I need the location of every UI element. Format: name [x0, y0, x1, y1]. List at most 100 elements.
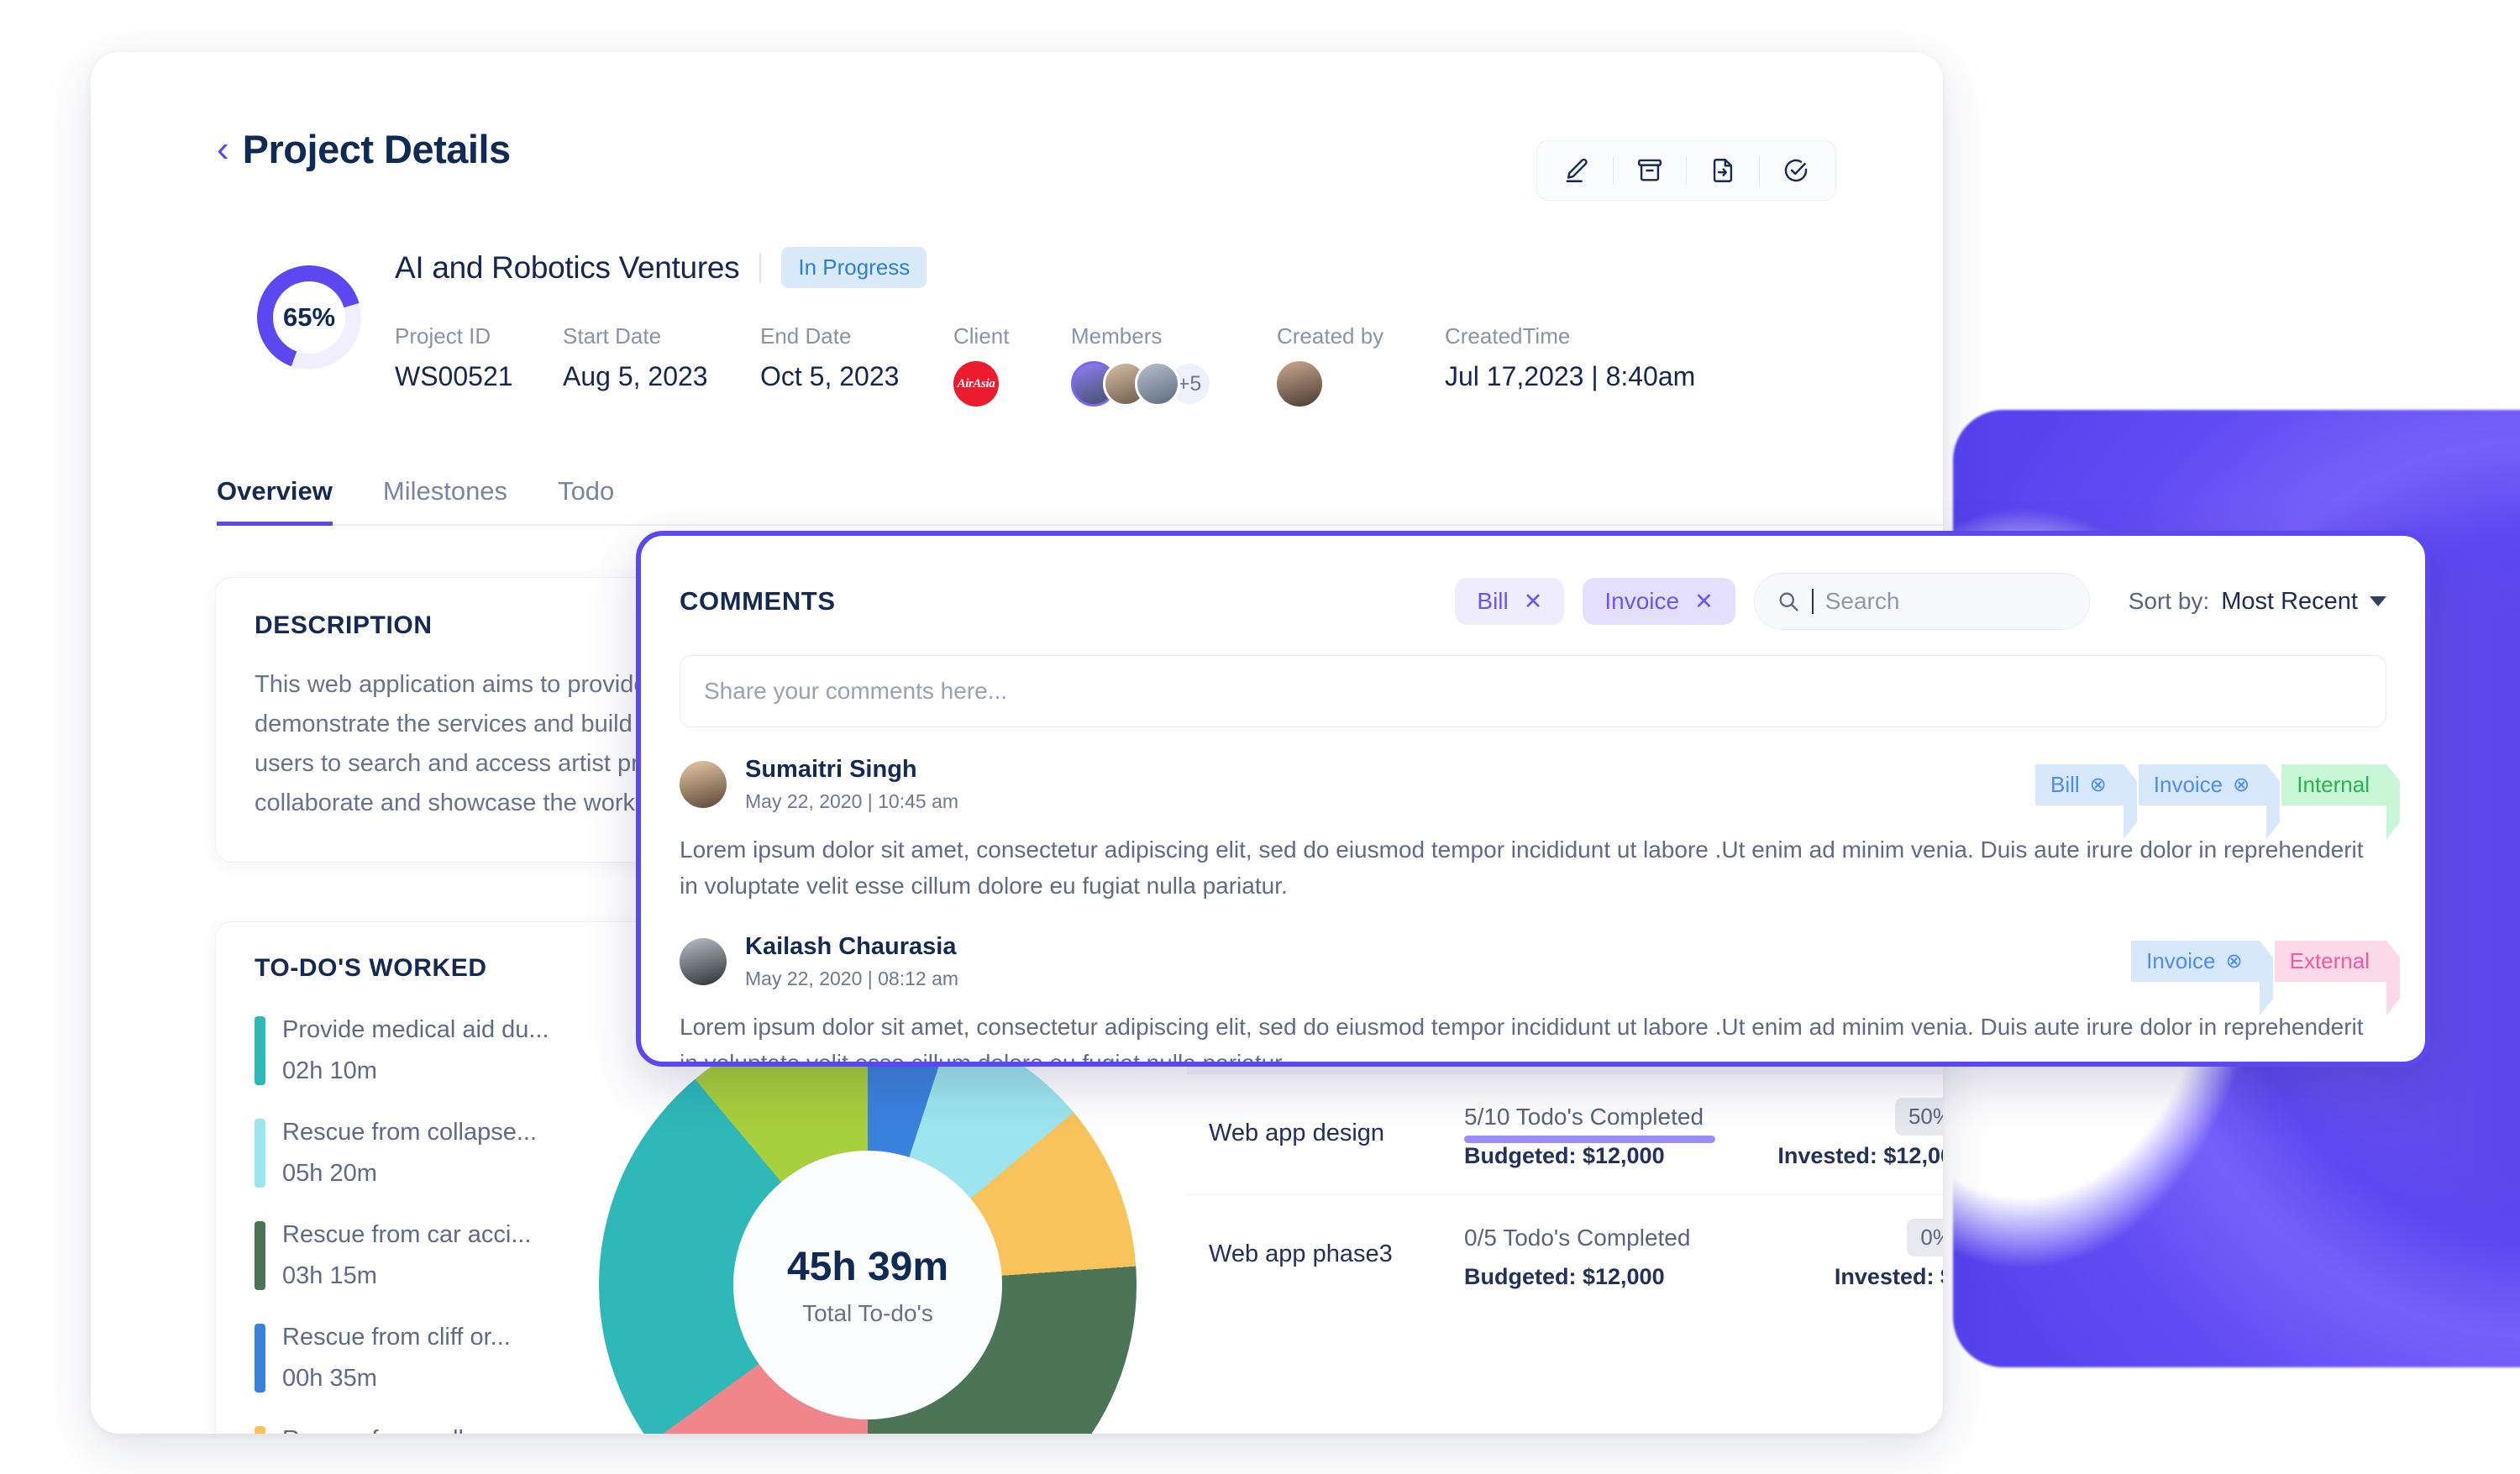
export-file-icon[interactable] — [1687, 141, 1759, 200]
tag-label: Invoice — [2153, 771, 2223, 797]
divider — [759, 252, 762, 283]
legend-swatch — [255, 1324, 265, 1393]
filter-chip-label: Invoice — [1604, 588, 1680, 614]
tab-todo[interactable]: Todo — [558, 476, 614, 526]
chevron-down-icon[interactable] — [2370, 596, 2386, 606]
tab-milestones[interactable]: Milestones — [383, 476, 507, 526]
tab-overview[interactable]: Overview — [217, 476, 333, 526]
header-action-bar — [1536, 140, 1836, 201]
status-badge: In Progress — [781, 247, 927, 288]
filter-chip-invoice[interactable]: Invoice ✕ — [1583, 578, 1735, 625]
meta-members: Members +5 — [1071, 323, 1277, 407]
meta-value: Oct 5, 2023 — [760, 361, 900, 391]
tag-invoice[interactable]: Invoice ⊗ — [2138, 763, 2280, 839]
meta-label: CreatedTime — [1445, 323, 1571, 349]
creator-avatar — [1277, 361, 1322, 407]
milestone-invested: Invested: $12,000 — [1777, 1143, 1943, 1168]
filter-chip-label: Bill — [1477, 588, 1509, 614]
donut-total-value: 45h 39m — [786, 1244, 949, 1289]
meta-label: Start Date — [563, 323, 662, 349]
legend-swatch — [255, 1119, 265, 1188]
comment-body: Lorem ipsum dolor sit amet, consectetur … — [680, 837, 2364, 900]
search-placeholder: Search — [1824, 588, 1900, 614]
comment-item: Sumaitri Singh May 22, 2020 | 10:45 am B… — [641, 756, 2425, 905]
close-icon[interactable]: ⊗ — [2226, 949, 2243, 973]
milestone-todos: 0/5 Todo's Completed — [1464, 1224, 1691, 1251]
list-item[interactable]: Rescue from colla... — [255, 1426, 557, 1434]
comment-input-placeholder: Share your comments here... — [704, 678, 1008, 704]
tag-external[interactable]: External — [2274, 941, 2401, 1016]
todo-name: Rescue from car acci... — [282, 1221, 532, 1248]
table-row[interactable]: Web app design 5/10 Todo's Completed 50%… — [1187, 1074, 1943, 1195]
meta-created-by: Created by — [1277, 323, 1445, 407]
project-summary: 65% AI and Robotics Ventures In Progress… — [257, 247, 1695, 407]
chevron-left-icon[interactable]: ‹ — [217, 130, 229, 168]
comment-author: Kailash Chaurasia — [745, 932, 957, 960]
check-circle-icon[interactable] — [1760, 141, 1832, 200]
search-icon — [1779, 592, 1798, 611]
tag-bill[interactable]: Bill ⊗ — [2034, 763, 2137, 839]
close-icon[interactable]: ⊗ — [2233, 773, 2250, 797]
comments-header: COMMENTS Bill ✕ Invoice ✕ Search Sort by… — [641, 536, 2425, 630]
close-icon[interactable]: ✕ — [1524, 589, 1543, 615]
tag-internal[interactable]: Internal — [2281, 763, 2400, 839]
milestone-percent: 50% — [1894, 1098, 1943, 1136]
project-meta-row: Project ID WS00521 Start Date Aug 5, 202… — [395, 323, 1695, 407]
text-caret — [1811, 589, 1814, 614]
todos-legend: Provide medical aid du... 02h 10m Rescue… — [255, 983, 574, 1434]
edit-icon[interactable] — [1541, 141, 1613, 200]
search-input[interactable]: Search — [1753, 573, 2090, 630]
comment-author: Sumaitri Singh — [745, 756, 917, 783]
todo-time: 03h 15m — [282, 1262, 377, 1289]
comment-input[interactable]: Share your comments here... — [680, 655, 2386, 727]
comments-panel: COMMENTS Bill ✕ Invoice ✕ Search Sort by… — [636, 531, 2430, 1067]
screenshot-root: ‹ Project Details 65% AI and Robotics Ve… — [0, 0, 2520, 1474]
avatar — [680, 761, 727, 808]
list-item[interactable]: Rescue from cliff or... 00h 35m — [255, 1324, 557, 1393]
milestone-invested: Invested: $0 — [1834, 1264, 1943, 1289]
tag-label: Internal — [2297, 771, 2370, 797]
close-icon[interactable]: ✕ — [1694, 589, 1714, 615]
page-header: ‹ Project Details — [217, 126, 511, 172]
sort-by-label: Sort by: — [2128, 588, 2210, 614]
todos-donut-chart: 45h 39m Total To-do's — [599, 1016, 1137, 1434]
meta-label: Members — [1071, 323, 1163, 349]
member-avatars[interactable]: +5 — [1071, 361, 1277, 407]
todo-name: Rescue from colla... — [282, 1426, 497, 1434]
list-item[interactable]: Provide medical aid du... 02h 10m — [255, 1016, 557, 1085]
milestone-budgeted: Budgeted: $12,000 — [1464, 1264, 1665, 1289]
milestone-todos: 5/10 Todo's Completed — [1464, 1103, 1704, 1130]
donut-center: 45h 39m Total To-do's — [733, 1151, 1002, 1419]
meta-value: Jul 17,2023 | 8:40am — [1445, 361, 1696, 391]
progress-track — [1464, 1256, 1943, 1264]
tag-label: Invoice — [2146, 948, 2216, 974]
tag-label: Bill — [2050, 771, 2080, 797]
list-item[interactable]: Rescue from car acci... 03h 15m — [255, 1221, 557, 1290]
comment-tags: Bill ⊗ Invoice ⊗ Internal — [2034, 763, 2400, 839]
list-item[interactable]: Rescue from collapse... 05h 20m — [255, 1119, 557, 1188]
filter-chip-bill[interactable]: Bill ✕ — [1455, 578, 1565, 625]
legend-swatch — [255, 1221, 265, 1290]
tag-invoice[interactable]: Invoice ⊗ — [2131, 941, 2273, 1016]
legend-swatch — [255, 1016, 265, 1085]
milestone-budgeted: Budgeted: $12,000 — [1464, 1143, 1665, 1168]
comments-title: COMMENTS — [680, 586, 836, 616]
milestone-name: Web app phase3 — [1209, 1241, 1393, 1267]
close-icon[interactable]: ⊗ — [2090, 773, 2107, 797]
comment-tags: Invoice ⊗ External — [2131, 941, 2401, 1016]
meta-value: Aug 5, 2023 — [563, 361, 708, 391]
legend-swatch — [255, 1426, 265, 1434]
meta-label: Project ID — [395, 323, 491, 349]
comment-timestamp: May 22, 2020 | 08:12 am — [745, 967, 959, 989]
table-row[interactable]: Web app phase3 0/5 Todo's Completed 0% B… — [1187, 1195, 1943, 1315]
progress-fill — [1464, 1136, 1715, 1143]
meta-label: Created by — [1277, 323, 1384, 349]
archive-icon[interactable] — [1614, 141, 1686, 200]
milestone-name: Web app design — [1209, 1120, 1385, 1146]
sort-by-dropdown[interactable]: Sort by: Most Recent — [2129, 588, 2386, 616]
meta-start-date: Start Date Aug 5, 2023 — [563, 323, 760, 407]
progress-percent: 65% — [273, 281, 345, 354]
todo-name: Rescue from collapse... — [282, 1119, 538, 1146]
tab-bar: Overview Milestones Todo — [217, 476, 614, 526]
todo-name: Provide medical aid du... — [282, 1016, 549, 1043]
